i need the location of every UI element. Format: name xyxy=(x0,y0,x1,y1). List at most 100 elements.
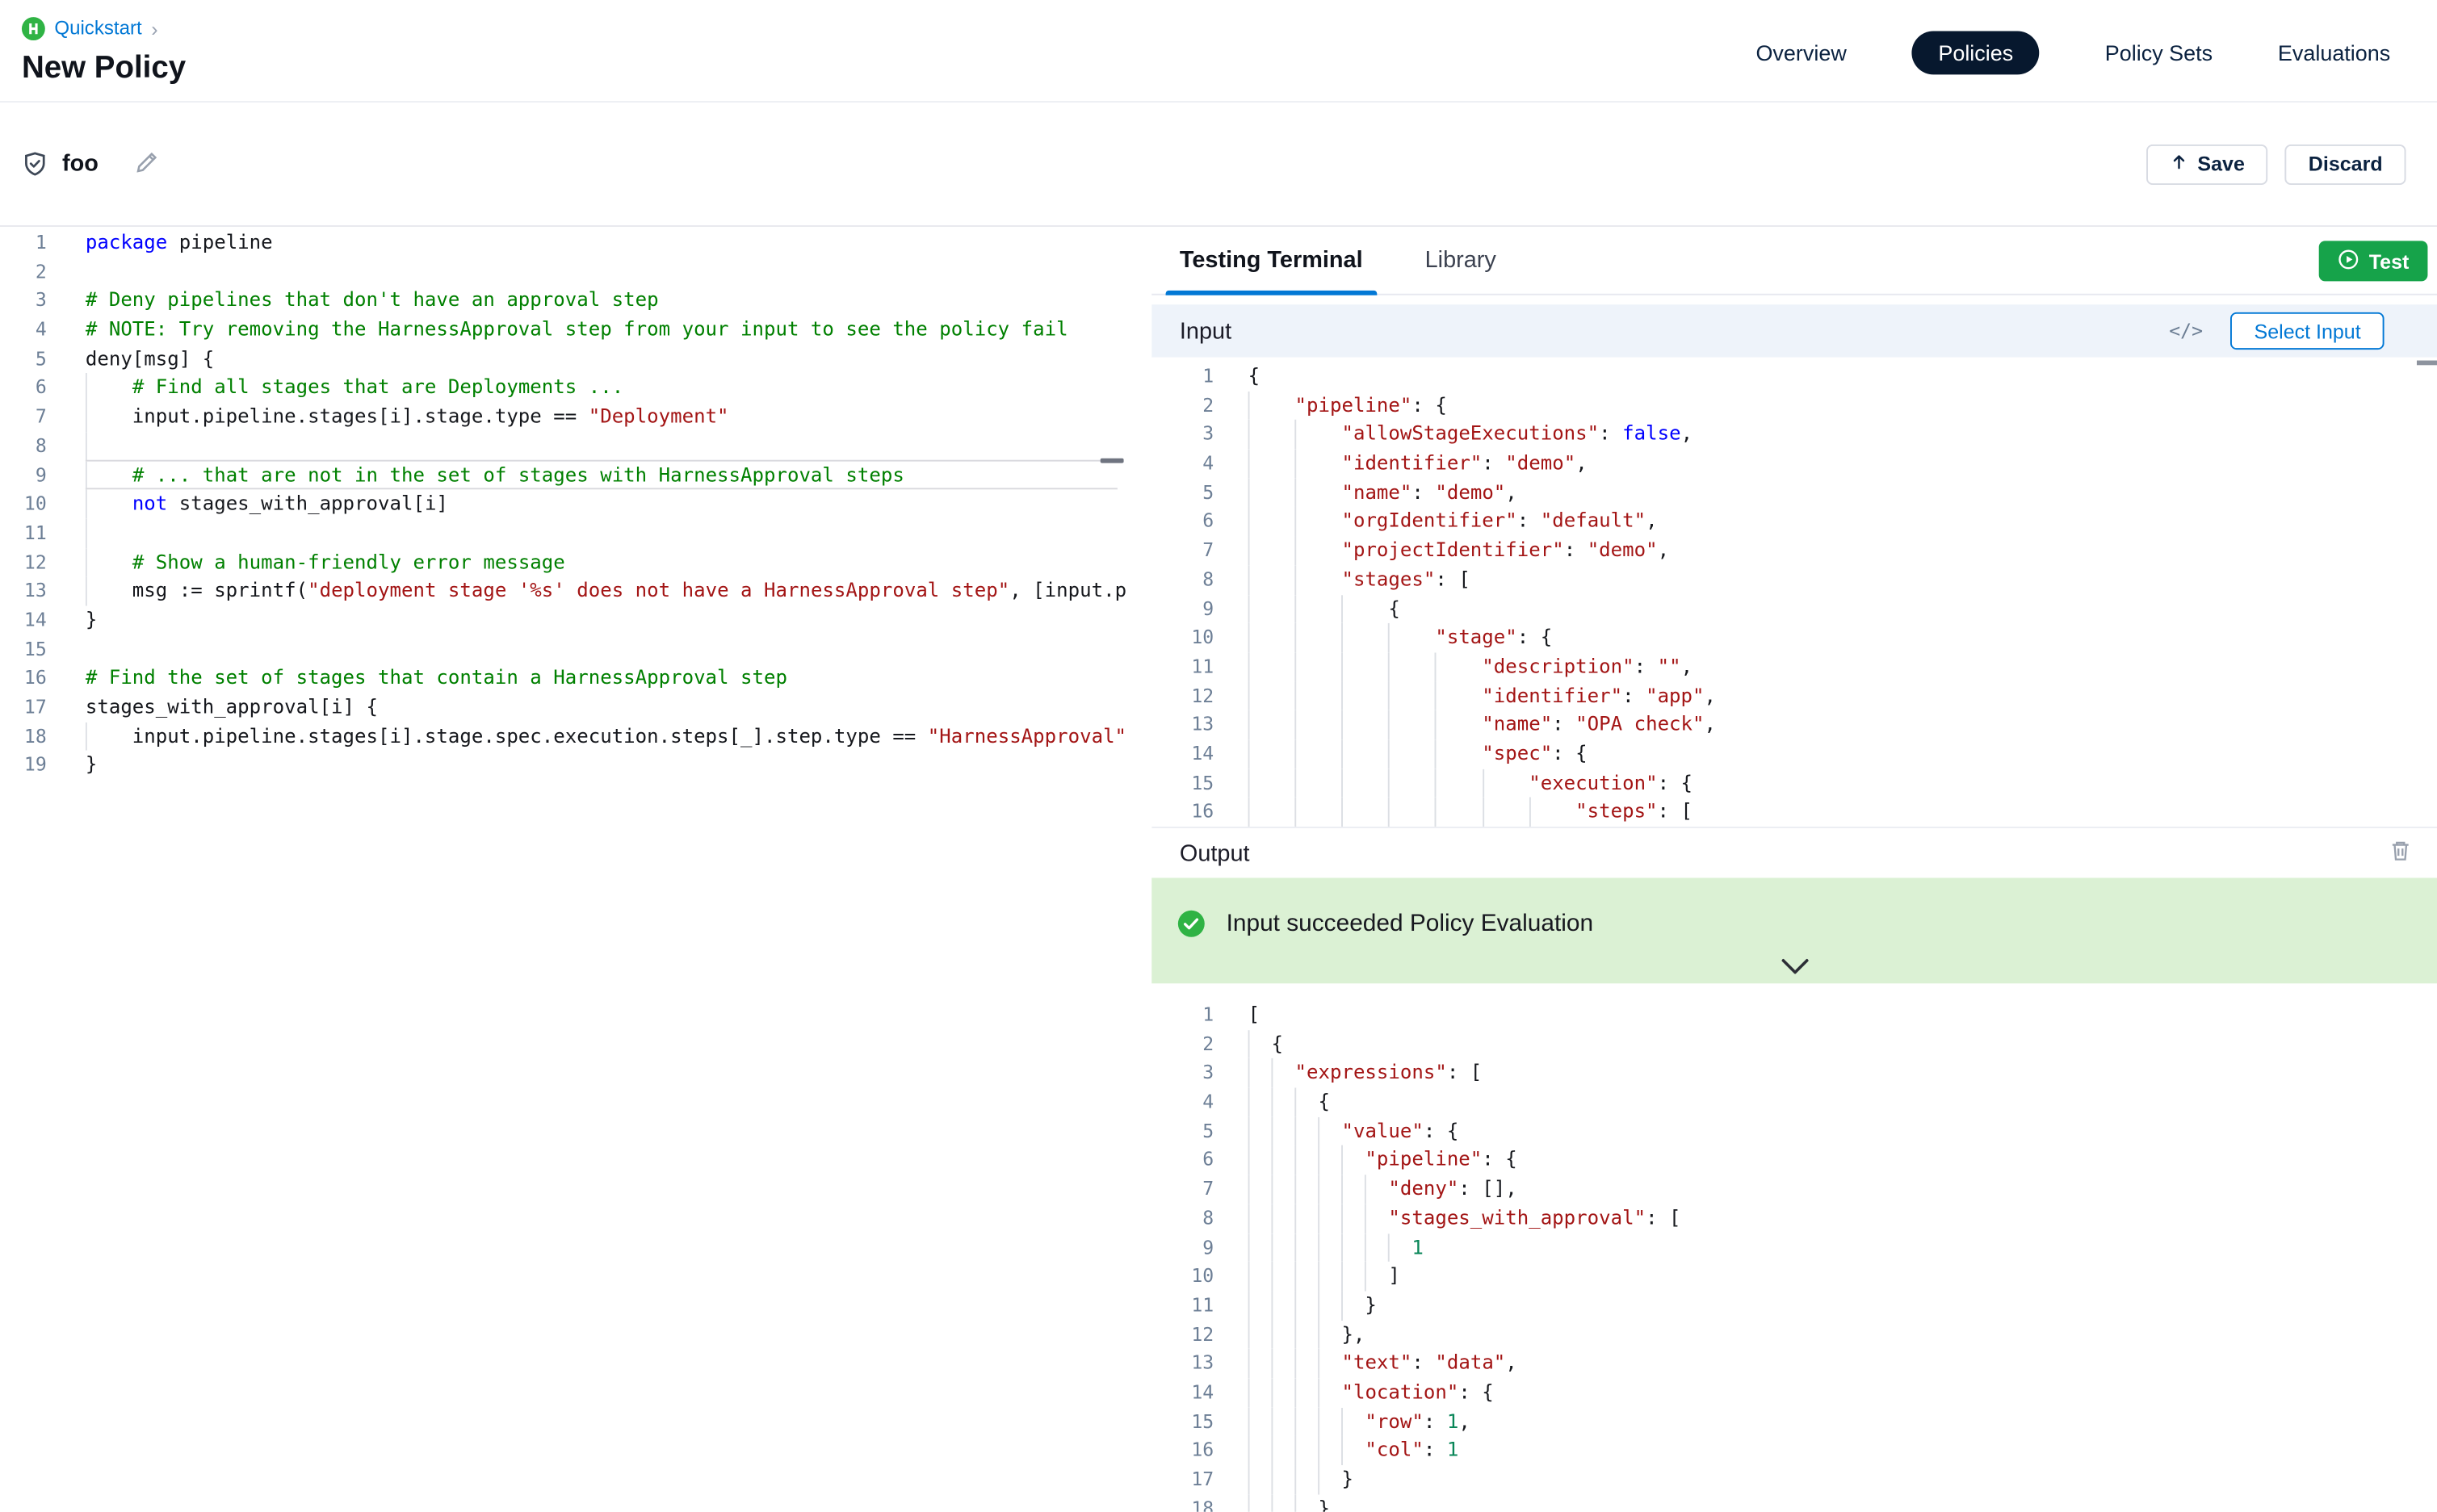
code-line[interactable]: 14} xyxy=(0,606,1151,635)
code-line[interactable]: 16 "steps": [ xyxy=(1151,798,2437,827)
line-number: 7 xyxy=(1151,536,1214,565)
code-line[interactable]: 8 "stages_with_approval": [ xyxy=(1151,1204,2437,1233)
nav-item-policy-sets[interactable]: Policy Sets xyxy=(2105,40,2213,65)
test-button-label: Test xyxy=(2369,249,2410,273)
policy-code-editor[interactable]: 1package pipeline23# Deny pipelines that… xyxy=(0,227,1151,1512)
line-number: 10 xyxy=(1151,623,1214,652)
code-line[interactable]: 15 "row": 1, xyxy=(1151,1407,2437,1436)
expand-details-button[interactable] xyxy=(1780,957,1810,981)
code-line[interactable]: 16# Find the set of stages that contain … xyxy=(0,664,1151,693)
select-input-button[interactable]: Select Input xyxy=(2231,312,2385,350)
code-line[interactable]: 2 { xyxy=(1151,1030,2437,1059)
tab-testing-terminal[interactable]: Testing Terminal xyxy=(1166,227,1377,294)
line-number: 11 xyxy=(0,519,47,548)
top-nav: Overview Policies Policy Sets Evaluation… xyxy=(1755,31,2390,74)
code-line[interactable]: 18 input.pipeline.stages[i].stage.spec.e… xyxy=(0,722,1151,751)
trash-icon xyxy=(2389,839,2412,867)
code-line[interactable]: 13 "text": "data", xyxy=(1151,1349,2437,1378)
edit-name-button[interactable] xyxy=(136,150,159,178)
code-line[interactable]: 5deny[msg] { xyxy=(0,345,1151,374)
code-line[interactable]: 13 msg := sprintf("deployment stage '%s'… xyxy=(0,577,1151,606)
code-line[interactable]: 14 "location": { xyxy=(1151,1378,2437,1407)
code-line[interactable]: 7 input.pipeline.stages[i].stage.type ==… xyxy=(0,403,1151,432)
code-line[interactable]: 12 # Show a human-friendly error message xyxy=(0,548,1151,577)
line-number: 9 xyxy=(1151,1233,1214,1262)
code-line[interactable]: 3# Deny pipelines that don't have an app… xyxy=(0,287,1151,316)
line-number: 6 xyxy=(0,374,47,403)
test-button[interactable]: Test xyxy=(2319,241,2427,281)
code-line[interactable]: 6 "orgIdentifier": "default", xyxy=(1151,507,2437,536)
line-number: 15 xyxy=(1151,769,1214,798)
line-number: 18 xyxy=(1151,1494,1214,1512)
line-number: 8 xyxy=(0,432,47,461)
clear-output-button[interactable] xyxy=(2389,839,2412,867)
line-number: 9 xyxy=(0,461,47,490)
toolbar-actions: Save Discard xyxy=(2146,144,2406,184)
code-line[interactable]: 16 "col": 1 xyxy=(1151,1436,2437,1465)
code-line[interactable]: 4# NOTE: Try removing the HarnessApprova… xyxy=(0,316,1151,345)
code-line[interactable]: 3 "allowStageExecutions": false, xyxy=(1151,420,2437,449)
check-circle-icon xyxy=(1177,909,1206,939)
code-line[interactable]: 5 "value": { xyxy=(1151,1116,2437,1146)
code-line[interactable]: 11 xyxy=(0,519,1151,548)
code-line[interactable]: 8 xyxy=(0,432,1151,461)
code-line[interactable]: 17 } xyxy=(1151,1465,2437,1494)
code-line[interactable]: 12 }, xyxy=(1151,1320,2437,1349)
code-line[interactable]: 18 } xyxy=(1151,1494,2437,1512)
code-line[interactable]: 7 "deny": [], xyxy=(1151,1175,2437,1204)
discard-button[interactable]: Discard xyxy=(2285,144,2406,184)
line-number: 16 xyxy=(0,664,47,693)
line-number: 5 xyxy=(0,345,47,374)
code-line[interactable]: 6 # Find all stages that are Deployments… xyxy=(0,374,1151,403)
code-line[interactable]: 7 "projectIdentifier": "demo", xyxy=(1151,536,2437,565)
code-line[interactable]: 1{ xyxy=(1151,362,2437,391)
code-view-icon[interactable]: </> xyxy=(2169,320,2203,341)
line-number: 7 xyxy=(1151,1175,1214,1204)
main-content: 1package pipeline23# Deny pipelines that… xyxy=(0,227,2437,1512)
code-line[interactable]: 13 "name": "OPA check", xyxy=(1151,710,2437,739)
code-line[interactable]: 2 "pipeline": { xyxy=(1151,391,2437,420)
input-section-header: Input </> Select Input xyxy=(1151,304,2437,357)
code-line[interactable]: 11 } xyxy=(1151,1291,2437,1320)
code-line[interactable]: 10 ] xyxy=(1151,1262,2437,1291)
nav-item-policies[interactable]: Policies xyxy=(1912,31,2040,74)
code-line[interactable]: 4 "identifier": "demo", xyxy=(1151,449,2437,478)
code-line[interactable]: 15 xyxy=(0,635,1151,664)
code-line[interactable]: 2 xyxy=(0,258,1151,287)
save-button[interactable]: Save xyxy=(2146,144,2268,184)
output-section-header: Output xyxy=(1151,827,2437,878)
code-line[interactable]: 4 { xyxy=(1151,1087,2437,1116)
output-json-editor[interactable]: 1[2 {3 "expressions": [4 {5 "value": {6 … xyxy=(1151,983,2437,1511)
code-line[interactable]: 8 "stages": [ xyxy=(1151,565,2437,594)
code-line[interactable]: 1package pipeline xyxy=(0,228,1151,258)
code-line[interactable]: 5 "name": "demo", xyxy=(1151,478,2437,507)
line-number: 3 xyxy=(1151,420,1214,449)
code-line[interactable]: 10 "stage": { xyxy=(1151,623,2437,652)
code-line[interactable]: 6 "pipeline": { xyxy=(1151,1146,2437,1175)
code-line[interactable]: 15 "execution": { xyxy=(1151,769,2437,798)
line-number: 2 xyxy=(1151,1030,1214,1059)
code-line[interactable]: 9 { xyxy=(1151,594,2437,623)
code-line[interactable]: 9 # ... that are not in the set of stage… xyxy=(0,461,1151,490)
line-number: 15 xyxy=(1151,1407,1214,1436)
pencil-icon xyxy=(136,150,159,178)
code-line[interactable]: 1[ xyxy=(1151,1001,2437,1030)
line-number: 6 xyxy=(1151,507,1214,536)
breadcrumb-link-quickstart[interactable]: Quickstart xyxy=(54,17,141,39)
nav-item-overview[interactable]: Overview xyxy=(1755,40,1846,65)
line-number: 3 xyxy=(0,287,47,316)
line-number: 14 xyxy=(1151,739,1214,769)
fold-indicator[interactable] xyxy=(1101,459,1124,463)
code-line[interactable]: 3 "expressions": [ xyxy=(1151,1058,2437,1087)
arrow-up-icon xyxy=(2170,153,2188,176)
code-line[interactable]: 19} xyxy=(0,751,1151,780)
code-line[interactable]: 9 1 xyxy=(1151,1233,2437,1262)
code-line[interactable]: 11 "description": "", xyxy=(1151,652,2437,681)
code-line[interactable]: 17stages_with_approval[i] { xyxy=(0,693,1151,722)
code-line[interactable]: 12 "identifier": "app", xyxy=(1151,681,2437,710)
input-json-editor[interactable]: 1{2 "pipeline": {3 "allowStageExecutions… xyxy=(1151,358,2437,827)
tab-library[interactable]: Library xyxy=(1411,227,1510,294)
nav-item-evaluations[interactable]: Evaluations xyxy=(2278,40,2390,65)
code-line[interactable]: 10 not stages_with_approval[i] xyxy=(0,490,1151,519)
code-line[interactable]: 14 "spec": { xyxy=(1151,739,2437,769)
